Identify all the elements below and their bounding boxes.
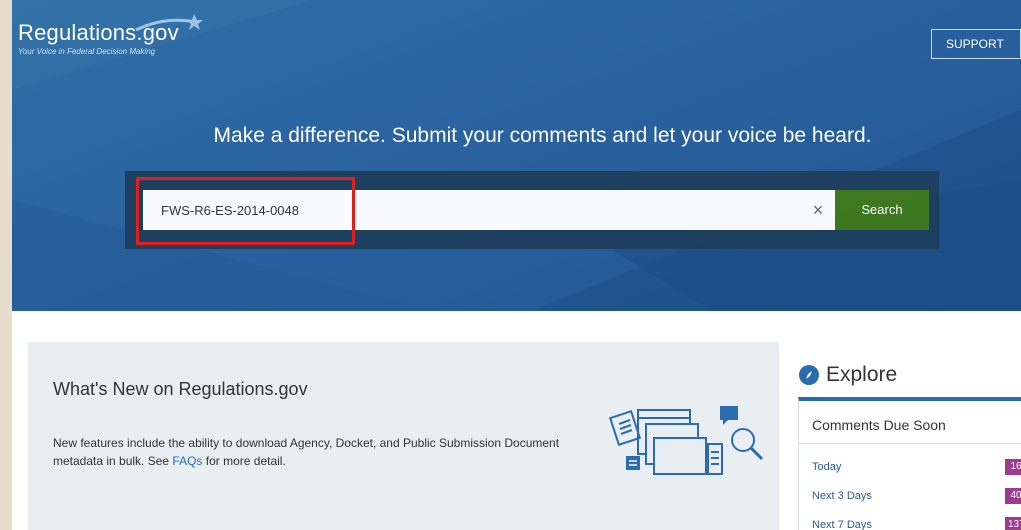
logo-tagline: Your Voice in Federal Decision Making <box>18 47 156 56</box>
browser-viewport: Regulations.gov Your Voice in Federal De… <box>12 0 1021 530</box>
whats-new-title: What's New on Regulations.gov <box>53 379 308 399</box>
due-row-label: Today <box>812 461 842 473</box>
annotation-highlight-box <box>136 177 355 245</box>
card-title: Comments Due Soon <box>812 417 946 433</box>
whats-new-text-end: for more detail. <box>202 454 286 468</box>
due-row-next-7-days[interactable]: Next 7 Days 137 <box>812 517 1021 530</box>
clear-search-button[interactable]: × <box>801 190 835 230</box>
due-row-label: Next 7 Days <box>812 519 872 530</box>
card-divider <box>799 443 1021 444</box>
faqs-link[interactable]: FAQs <box>172 454 202 468</box>
support-button[interactable]: SUPPORT <box>931 29 1021 59</box>
explore-heading: Explore <box>799 363 897 387</box>
hero-banner: Regulations.gov Your Voice in Federal De… <box>12 0 1021 311</box>
hero-headline: Make a difference. Submit your comments … <box>213 124 872 147</box>
due-count-badge: 40 <box>1005 488 1021 504</box>
due-count-badge: 16 <box>1005 459 1021 475</box>
explore-title: Explore <box>826 363 898 386</box>
comments-due-soon-card: Comments Due Soon Today 16 Next 3 Days 4… <box>798 397 1021 530</box>
logo-swoosh-icon <box>135 14 203 32</box>
compass-icon <box>799 365 819 385</box>
site-logo[interactable]: Regulations.gov Your Voice in Federal De… <box>18 14 203 56</box>
whats-new-body: New features include the ability to down… <box>53 434 573 470</box>
documents-search-illustration-icon <box>608 406 764 475</box>
due-row-next-3-days[interactable]: Next 3 Days 40 <box>812 488 1021 504</box>
whats-new-text: New features include the ability to down… <box>53 436 560 468</box>
due-row-today[interactable]: Today 16 <box>812 459 1021 475</box>
due-row-label: Next 3 Days <box>812 490 872 502</box>
due-count-badge: 137 <box>1005 517 1021 530</box>
whats-new-panel: What's New on Regulations.gov New featur… <box>28 342 779 530</box>
search-button[interactable]: Search <box>835 190 929 230</box>
